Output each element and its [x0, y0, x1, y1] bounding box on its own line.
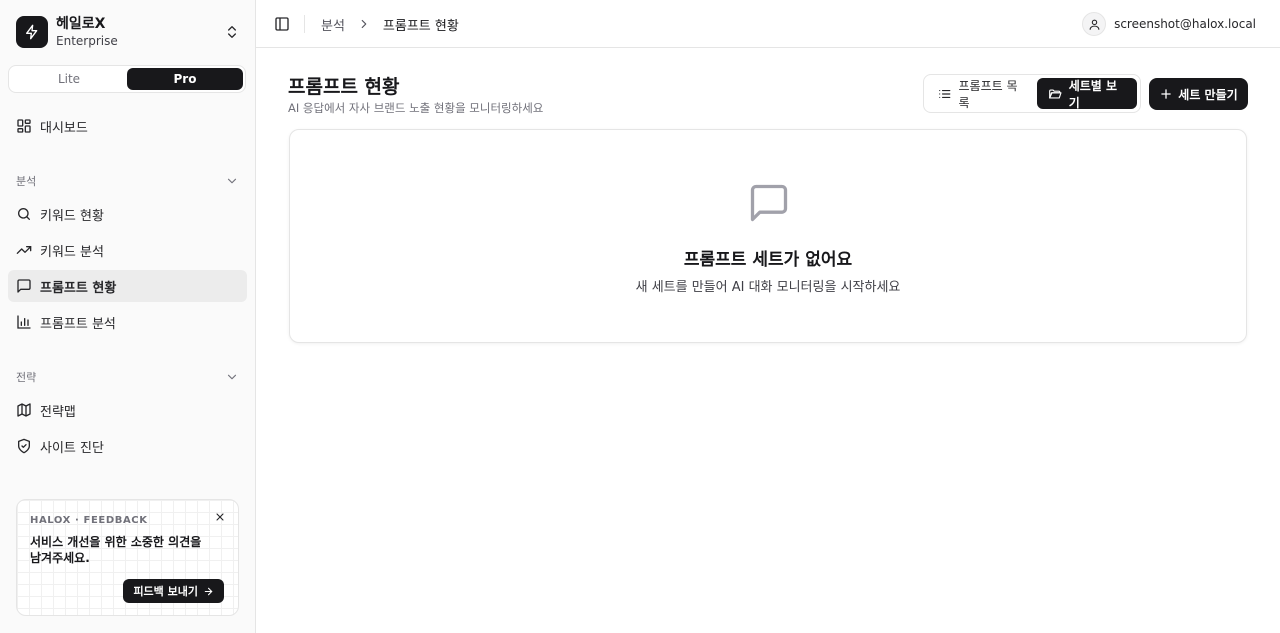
feedback-tag: HALOX · FEEDBACK — [30, 515, 148, 526]
tab-set-view[interactable]: 세트별 보기 — [1037, 78, 1137, 110]
list-icon — [939, 89, 951, 98]
sidebar-item-prompt-status[interactable]: 프롬프트 현황 — [8, 270, 247, 302]
sidebar-item-label: 사이트 진단 — [40, 440, 104, 456]
feedback-message: 서비스 개선을 위한 소중한 의견을 남겨주세요. — [30, 535, 202, 565]
empty-state-card: 프롬프트 세트가 없어요 새 세트를 만들어 AI 대화 모니터링을 시작하세요 — [289, 129, 1247, 343]
plan-option-pro[interactable]: Pro — [127, 68, 243, 90]
sidebar-item-label: 전략맵 — [40, 404, 76, 420]
plus-icon — [1161, 89, 1172, 99]
breadcrumb-item-analysis[interactable]: 분석 — [321, 15, 345, 34]
arrow-right-icon — [204, 587, 213, 595]
brand-name: 헤일로X — [56, 15, 106, 32]
top-header: 분석 프롬프트 현황 screenshot@halox.local — [256, 0, 1280, 48]
tab-label: 세트별 보기 — [1068, 78, 1118, 110]
folder-open-icon — [1049, 88, 1062, 99]
group-label: 전략 — [16, 371, 37, 384]
page-subtitle: AI 응답에서 자사 브랜드 노출 현황을 모니터링하세요 — [288, 101, 544, 115]
empty-state-description: 새 세트를 만들어 AI 대화 모니터링을 시작하세요 — [635, 280, 901, 295]
sidebar-item-keyword-status[interactable]: 키워드 현황 — [8, 198, 247, 230]
tab-label: 프롬프트 목록 — [958, 78, 1018, 110]
tab-prompt-list[interactable]: 프롬프트 목록 — [927, 78, 1037, 110]
sidebar-item-label: 프롬프트 분석 — [40, 316, 116, 332]
feedback-card: HALOX · FEEDBACK 서비스 개선을 위한 소중한 의견을 남겨주세… — [16, 499, 239, 616]
empty-state-title: 프롬프트 세트가 없어요 — [683, 250, 853, 270]
sidebar-item-label: 프롬프트 현황 — [40, 280, 117, 296]
user-email: screenshot@halox.local — [1114, 17, 1256, 31]
bar-chart-icon — [16, 314, 32, 330]
map-icon — [16, 402, 32, 418]
sidebar-item-label: 키워드 분석 — [40, 244, 104, 260]
sidebar-toggle-icon[interactable] — [274, 16, 290, 32]
group-label: 분석 — [16, 175, 37, 188]
chevron-right-icon — [357, 17, 371, 31]
send-feedback-label: 피드백 보내기 — [133, 585, 198, 598]
sidebar-item-keyword-analysis[interactable]: 키워드 분석 — [8, 234, 247, 266]
sidebar-group-analysis[interactable]: 분석 — [8, 169, 247, 193]
workspace-switcher[interactable]: 헤일로X Enterprise — [8, 8, 248, 56]
close-icon[interactable] — [214, 511, 226, 523]
message-square-icon — [16, 278, 32, 294]
sidebar-item-label: 대시보드 — [40, 120, 88, 136]
user-menu[interactable]: screenshot@halox.local — [1082, 0, 1256, 48]
message-square-icon — [747, 181, 791, 225]
chevron-down-icon — [225, 370, 239, 384]
shield-check-icon — [16, 438, 32, 454]
search-icon — [16, 206, 32, 222]
user-avatar-icon — [1082, 12, 1107, 36]
breadcrumb-item-current: 프롬프트 현황 — [382, 18, 459, 34]
sidebar-item-strategy-map[interactable]: 전략맵 — [8, 394, 247, 426]
header-divider — [304, 15, 305, 33]
sidebar-group-strategy[interactable]: 전략 — [8, 365, 247, 389]
trending-up-icon — [16, 242, 32, 258]
sidebar-item-label: 키워드 현황 — [40, 208, 104, 224]
sidebar-item-prompt-analysis[interactable]: 프롬프트 분석 — [8, 306, 247, 338]
create-set-button[interactable]: 세트 만들기 — [1149, 78, 1248, 110]
breadcrumb: 분석 프롬프트 현황 — [321, 0, 459, 48]
dashboard-icon — [16, 118, 32, 134]
create-set-label: 세트 만들기 — [1178, 87, 1238, 102]
chevron-down-icon — [225, 174, 239, 188]
chevrons-up-down-icon — [224, 24, 240, 40]
plan-option-lite[interactable]: Lite — [11, 68, 127, 90]
brand-plan: Enterprise — [56, 33, 118, 48]
page-title: 프롬프트 현황 — [288, 76, 400, 98]
sidebar-item-site-diagnosis[interactable]: 사이트 진단 — [8, 430, 247, 462]
send-feedback-button[interactable]: 피드백 보내기 — [123, 579, 224, 603]
sidebar-item-dashboard[interactable]: 대시보드 — [8, 110, 247, 142]
view-toggle: 프롬프트 목록 세트별 보기 — [923, 74, 1141, 113]
brand-logo-icon — [16, 16, 48, 48]
plan-toggle: Lite Pro — [8, 65, 246, 93]
sidebar: 헤일로X Enterprise Lite Pro 대시보드 분석 키워드 현황 — [0, 0, 256, 633]
